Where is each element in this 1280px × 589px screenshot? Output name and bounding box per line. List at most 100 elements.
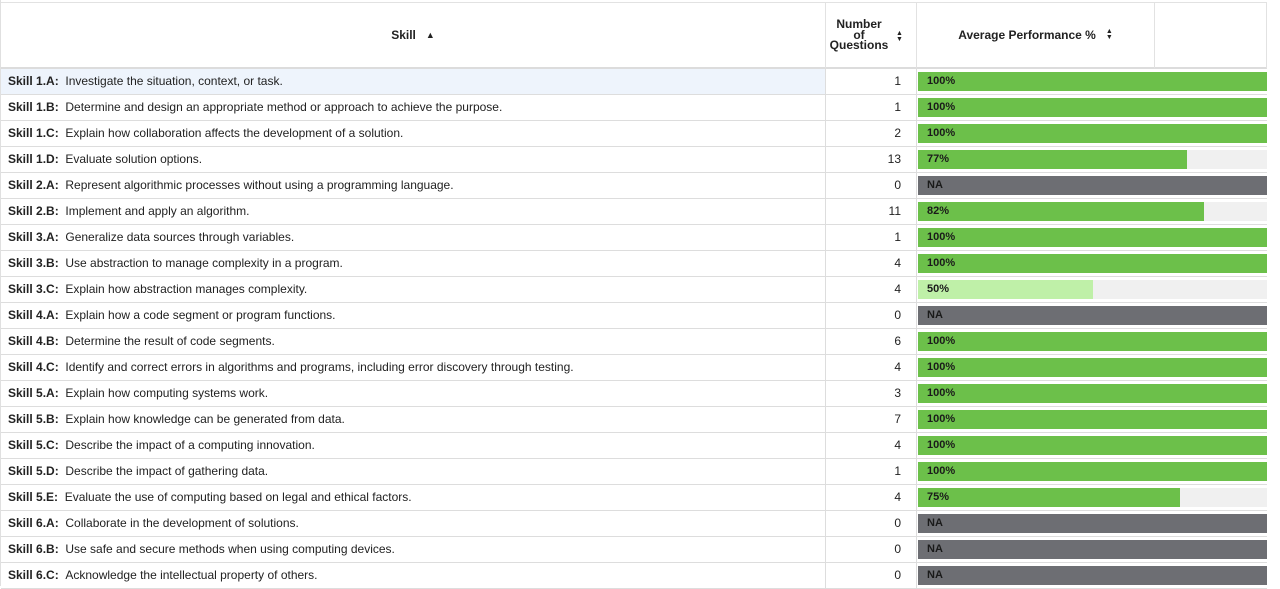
- skill-code: Skill 1.D:: [8, 152, 59, 166]
- question-count: 3: [826, 381, 917, 406]
- skill-description: Explain how knowledge can be generated f…: [65, 412, 345, 426]
- skill-description: Explain how a code segment or program fu…: [65, 308, 336, 322]
- skill-code: Skill 5.C:: [8, 438, 59, 452]
- table-row[interactable]: Skill 5.E: Evaluate the use of computing…: [1, 485, 1267, 511]
- performance-label: 100%: [927, 413, 956, 425]
- performance-bar: [918, 150, 1187, 169]
- performance-bar-track: 100%: [918, 332, 1267, 351]
- performance-bar-track: 100%: [918, 228, 1267, 247]
- question-count: 0: [826, 173, 917, 198]
- skill-cell: Skill 4.B: Determine the result of code …: [1, 329, 826, 354]
- skill-cell: Skill 4.A: Explain how a code segment or…: [1, 303, 826, 328]
- skill-cell: Skill 1.B: Determine and design an appro…: [1, 95, 826, 120]
- question-count: 4: [826, 485, 917, 510]
- performance-bar: [918, 306, 1267, 325]
- table-row[interactable]: Skill 1.A: Investigate the situation, co…: [1, 69, 1267, 95]
- skill-description: Generalize data sources through variable…: [65, 230, 295, 244]
- table-row[interactable]: Skill 4.A: Explain how a code segment or…: [1, 303, 1267, 329]
- table-row[interactable]: Skill 6.A: Collaborate in the developmen…: [1, 511, 1267, 537]
- skill-code: Skill 5.B:: [8, 412, 59, 426]
- sort-both-icon[interactable]: ▲ ▼: [896, 30, 903, 43]
- skill-description: Acknowledge the intellectual property of…: [65, 568, 318, 582]
- performance-label: 100%: [927, 439, 956, 451]
- table-row[interactable]: Skill 4.B: Determine the result of code …: [1, 329, 1267, 355]
- performance-bar: [918, 124, 1267, 143]
- skill-description: Investigate the situation, context, or t…: [65, 74, 283, 88]
- table-row[interactable]: Skill 1.C: Explain how collaboration aff…: [1, 121, 1267, 147]
- skill-description: Represent algorithmic processes without …: [65, 178, 454, 192]
- skill-cell: Skill 5.B: Explain how knowledge can be …: [1, 407, 826, 432]
- performance-bar: [918, 332, 1267, 351]
- skill-description: Evaluate the use of computing based on l…: [64, 490, 412, 504]
- table-row[interactable]: Skill 3.B: Use abstraction to manage com…: [1, 251, 1267, 277]
- skill-cell: Skill 4.C: Identify and correct errors i…: [1, 355, 826, 380]
- performance-label: NA: [927, 569, 943, 581]
- skill-code: Skill 4.A:: [8, 308, 59, 322]
- skill-description: Describe the impact of gathering data.: [65, 464, 269, 478]
- skill-cell: Skill 3.A: Generalize data sources throu…: [1, 225, 826, 250]
- question-count: 6: [826, 329, 917, 354]
- skill-cell: Skill 1.C: Explain how collaboration aff…: [1, 121, 826, 146]
- table-row[interactable]: Skill 1.D: Evaluate solution options. 13 7…: [1, 147, 1267, 173]
- performance-bar: [918, 384, 1267, 403]
- column-header-number-of-questions[interactable]: Number of Questions ▲ ▼: [826, 2, 917, 69]
- skill-cell: Skill 3.B: Use abstraction to manage com…: [1, 251, 826, 276]
- table-row[interactable]: Skill 5.A: Explain how computing systems…: [1, 381, 1267, 407]
- question-count: 4: [826, 277, 917, 302]
- performance-bar: [918, 410, 1267, 429]
- table-row[interactable]: Skill 5.D: Describe the impact of gather…: [1, 459, 1267, 485]
- table-row[interactable]: Skill 3.A: Generalize data sources throu…: [1, 225, 1267, 251]
- performance-bar-track: 100%: [918, 384, 1267, 403]
- skills-table: Skill ▲ Number of Questions ▲ ▼ Average P…: [0, 0, 1267, 589]
- table-row[interactable]: Skill 1.B: Determine and design an appro…: [1, 95, 1267, 121]
- question-count: 2: [826, 121, 917, 146]
- performance-bar-track: 100%: [918, 436, 1267, 455]
- table-row[interactable]: Skill 6.C: Acknowledge the intellectual …: [1, 563, 1267, 589]
- performance-label: 100%: [927, 257, 956, 269]
- question-count: 13: [826, 147, 917, 172]
- skill-cell: Skill 1.A: Investigate the situation, co…: [1, 69, 826, 94]
- performance-bar: [918, 98, 1267, 117]
- skill-description: Collaborate in the development of soluti…: [65, 516, 299, 530]
- column-header-skill[interactable]: Skill ▲: [1, 2, 826, 69]
- performance-bar-track: 100%: [918, 98, 1267, 117]
- table-row[interactable]: Skill 3.C: Explain how abstraction manag…: [1, 277, 1267, 303]
- performance-label: 100%: [927, 465, 956, 477]
- skill-header-label: Skill: [391, 28, 416, 42]
- sort-both-icon[interactable]: ▲ ▼: [1106, 28, 1113, 41]
- question-count: 1: [826, 225, 917, 250]
- skill-code: Skill 4.C:: [8, 360, 59, 374]
- table-row[interactable]: Skill 5.B: Explain how knowledge can be …: [1, 407, 1267, 433]
- question-count: 1: [826, 95, 917, 120]
- performance-bar: [918, 202, 1205, 221]
- skill-code: Skill 5.E:: [8, 490, 59, 504]
- skill-description: Explain how abstraction manages complexi…: [65, 282, 308, 296]
- skill-code: Skill 3.A:: [8, 230, 59, 244]
- performance-bar-track: NA: [918, 514, 1267, 533]
- performance-bar-track: 100%: [918, 124, 1267, 143]
- table-row[interactable]: Skill 4.C: Identify and correct errors i…: [1, 355, 1267, 381]
- performance-label: NA: [927, 543, 943, 555]
- table-row[interactable]: Skill 5.C: Describe the impact of a comp…: [1, 433, 1267, 459]
- table-row[interactable]: Skill 2.B: Implement and apply an algori…: [1, 199, 1267, 225]
- performance-label: 100%: [927, 335, 956, 347]
- performance-label: NA: [927, 179, 943, 191]
- question-count: 0: [826, 511, 917, 536]
- skill-cell: Skill 6.A: Collaborate in the developmen…: [1, 511, 826, 536]
- skill-cell: Skill 5.E: Evaluate the use of computing…: [1, 485, 826, 510]
- column-header-average-performance[interactable]: Average Performance % ▲ ▼: [917, 2, 1155, 69]
- performance-bar: [918, 228, 1267, 247]
- sort-asc-icon[interactable]: ▲: [426, 30, 435, 40]
- table-body: Skill 1.A: Investigate the situation, co…: [1, 69, 1267, 589]
- skill-code: Skill 1.C:: [8, 126, 59, 140]
- skill-code: Skill 1.A:: [8, 74, 59, 88]
- performance-bar: [918, 358, 1267, 377]
- skill-cell: Skill 5.D: Describe the impact of gather…: [1, 459, 826, 484]
- skill-code: Skill 2.B:: [8, 204, 59, 218]
- performance-bar-track: NA: [918, 566, 1267, 585]
- table-row[interactable]: Skill 2.A: Represent algorithmic process…: [1, 173, 1267, 199]
- num-header-line3: Questions: [829, 38, 889, 53]
- question-count: 0: [826, 303, 917, 328]
- table-row[interactable]: Skill 6.B: Use safe and secure methods w…: [1, 537, 1267, 563]
- performance-bar: [918, 436, 1267, 455]
